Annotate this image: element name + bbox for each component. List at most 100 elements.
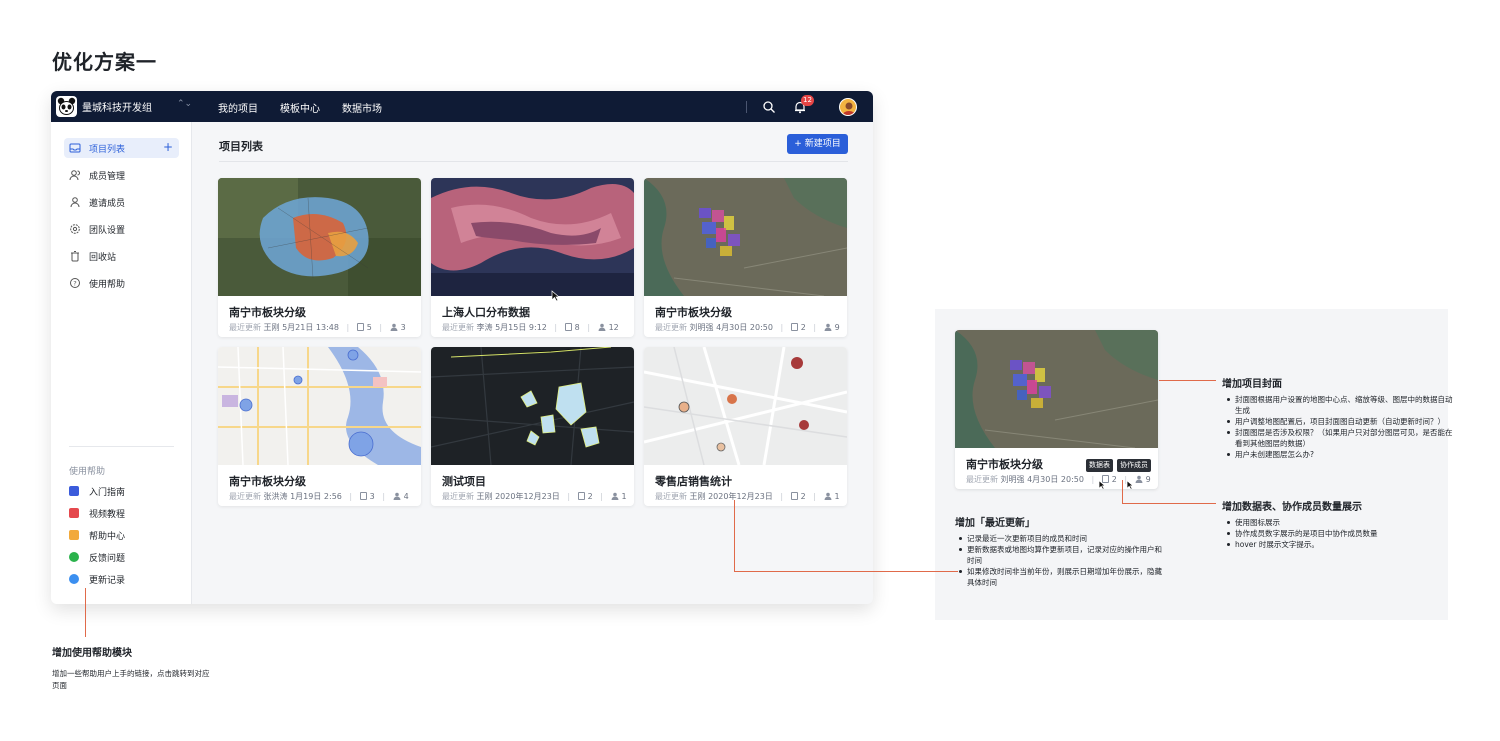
sidebar-item-label: 成员管理 [89, 172, 126, 182]
updated-time: 4月30日 20:50 [1027, 475, 1084, 484]
note-item: 封面图根据用户设置的地图中心点、缩放等级、图层中的数据自动生成 [1226, 394, 1454, 416]
title-divider [219, 161, 848, 162]
note-item: 记录最近一次更新项目的成员和时间 [958, 533, 1163, 544]
add-project-icon[interactable]: + [163, 140, 173, 154]
new-project-button[interactable]: + 新建项目 [787, 134, 848, 154]
sidebar-item-label: 团队设置 [89, 226, 126, 236]
project-card[interactable]: 南宁市板块分级 最近更新 刘明强 4月30日 20:50 | 2 | 9 [644, 178, 847, 337]
top-navbar: 量城科技开发组 ⌃⌄ 我的项目 模板中心 数据市场 12 [51, 91, 873, 122]
video-icon [69, 508, 79, 518]
table-count: 8 [574, 323, 580, 332]
annotated-project-card[interactable]: 南宁市板块分级 最近更新 刘明强 4月30日 20:50 | 2 | 9 数据表… [955, 330, 1158, 489]
project-card[interactable]: 测试项目 最近更新 王刚 2020年12月23日 | 2 | 1 [431, 347, 634, 506]
inbox-icon [69, 143, 81, 153]
updated-by: 王刚 [476, 492, 493, 501]
member-count: 4 [403, 492, 409, 501]
updated-time: 1月19日 2:56 [290, 492, 342, 501]
note-item: 协作成员数字展示的是项目中协作成员数量 [1226, 528, 1441, 539]
project-title: 零售店销售统计 [655, 475, 732, 488]
count-note-list: 使用图标展示 协作成员数字展示的是项目中协作成员数量 hover 时展示文字提示… [1226, 517, 1441, 550]
nav-data-market[interactable]: 数据市场 [342, 100, 382, 115]
project-meta: 最近更新 李涛 5月15日 9:12 | 8 | 12 [442, 323, 619, 332]
sidebar-item-label: 项目列表 [89, 145, 126, 155]
note-item: 使用图标展示 [1226, 517, 1441, 528]
updated-by: 李涛 [476, 323, 493, 332]
member-count: 3 [400, 323, 406, 332]
help-note-title: 增加使用帮助模块 [52, 648, 132, 659]
project-title: 测试项目 [442, 475, 486, 488]
project-card[interactable]: 南宁市板块分级 最近更新 张洪涛 1月19日 2:56 | 3 | 4 [218, 347, 421, 506]
project-card[interactable]: 零售店销售统计 最近更新 王刚 2020年12月23日 | 2 | 1 [644, 347, 847, 506]
mouse-cursor-icon [1098, 480, 1106, 489]
search-icon[interactable] [762, 99, 776, 113]
svg-text:?: ? [73, 279, 76, 287]
table-count-icon [356, 323, 364, 331]
sidebar-divider [69, 446, 174, 447]
member-count-icon [824, 492, 831, 500]
last-updated-label: 最近更新 [442, 492, 474, 501]
sidebar-item-members[interactable]: 成员管理 [64, 165, 179, 185]
mouse-cursor-icon [1126, 480, 1134, 489]
team-name[interactable]: 量城科技开发组 [82, 99, 152, 114]
sidebar: 项目列表 + 成员管理 邀请成员 团队设置 回收站 ? 使用帮助 使用帮助 入门… [51, 122, 192, 604]
panda-logo-icon[interactable] [56, 96, 77, 117]
connector-help [85, 588, 86, 637]
connector-update-vertical [734, 500, 735, 572]
sidebar-item-invite[interactable]: 邀请成员 [64, 192, 179, 212]
sidebar-item-label: 回收站 [89, 253, 117, 263]
project-card[interactable]: 南宁市板块分级 最近更新 王刚 5月21日 13:48 | 5 | 3 [218, 178, 421, 337]
map-icon [69, 530, 79, 540]
tooltip-members: 协作成员 [1117, 459, 1151, 472]
nav-my-projects[interactable]: 我的项目 [218, 100, 258, 115]
project-meta: 最近更新 张洪涛 1月19日 2:56 | 3 | 4 [229, 492, 409, 501]
note-item: 封面图层是否涉及权限？（如果用户只对部分图层可见，是否能在看到其他图层的数据） [1226, 427, 1454, 449]
updated-time: 5月21日 13:48 [282, 323, 339, 332]
project-meta: 最近更新 刘明强 4月30日 20:50 | 2 | 9 [966, 475, 1151, 484]
project-cover [218, 347, 421, 465]
last-updated-label: 最近更新 [229, 323, 261, 332]
help-link-label: 入门指南 [89, 488, 126, 498]
last-updated-label: 最近更新 [442, 323, 474, 332]
table-count-icon [359, 492, 367, 500]
note-item: hover 时展示文字提示。 [1226, 539, 1441, 550]
member-count-icon [824, 323, 832, 331]
member-count: 1 [621, 492, 627, 501]
connector-counts [1122, 503, 1216, 504]
table-count-icon [577, 492, 585, 500]
table-count-icon [564, 323, 572, 331]
member-count-icon [393, 492, 401, 500]
page-heading: 优化方案一 [52, 50, 157, 74]
project-card[interactable]: 上海人口分布数据 最近更新 李涛 5月15日 9:12 | 8 | 12 [431, 178, 634, 337]
updated-time: 2020年12月23日 [495, 492, 560, 501]
update-note-title: 增加「最近更新」 [955, 518, 1035, 529]
note-item: 更新数据表或地图均算作更新项目，记录对应的操作用户和时间 [958, 544, 1163, 566]
project-title: 南宁市板块分级 [229, 306, 306, 319]
project-meta: 最近更新 王刚 2020年12月23日 | 2 | 1 [655, 492, 840, 501]
updated-by: 张洪涛 [263, 492, 288, 501]
sidebar-item-project-list[interactable]: 项目列表 + [64, 138, 179, 158]
team-switch-icon[interactable]: ⌃⌄ [177, 99, 192, 109]
update-note-list: 记录最近一次更新项目的成员和时间 更新数据表或地图均算作更新项目，记录对应的操作… [958, 533, 1163, 588]
help-section-title: 使用帮助 [69, 467, 106, 477]
nav-template-center[interactable]: 模板中心 [280, 100, 320, 115]
table-count: 3 [369, 492, 375, 501]
user-avatar[interactable] [839, 98, 857, 116]
sidebar-item-help[interactable]: ? 使用帮助 [64, 273, 179, 293]
count-note-title: 增加数据表、协作成员数量展示 [1222, 502, 1362, 513]
connector-update [734, 571, 958, 572]
last-updated-label: 最近更新 [655, 492, 687, 501]
tooltip-tables: 数据表 [1086, 459, 1113, 472]
table-count: 2 [800, 492, 806, 501]
connector-cover [1159, 380, 1216, 381]
sidebar-item-trash[interactable]: 回收站 [64, 246, 179, 266]
updated-by: 刘明强 [689, 323, 714, 332]
updated-time: 2020年12月23日 [708, 492, 773, 501]
updated-time: 5月15日 9:12 [495, 323, 547, 332]
note-item: 用户未创建图层怎么办? [1226, 449, 1454, 460]
member-count: 12 [608, 323, 619, 332]
project-title: 上海人口分布数据 [442, 306, 530, 319]
compass-icon [69, 574, 79, 584]
sidebar-item-team-settings[interactable]: 团队设置 [64, 219, 179, 239]
cover-note-title: 增加项目封面 [1222, 379, 1282, 390]
member-count-icon [390, 323, 398, 331]
